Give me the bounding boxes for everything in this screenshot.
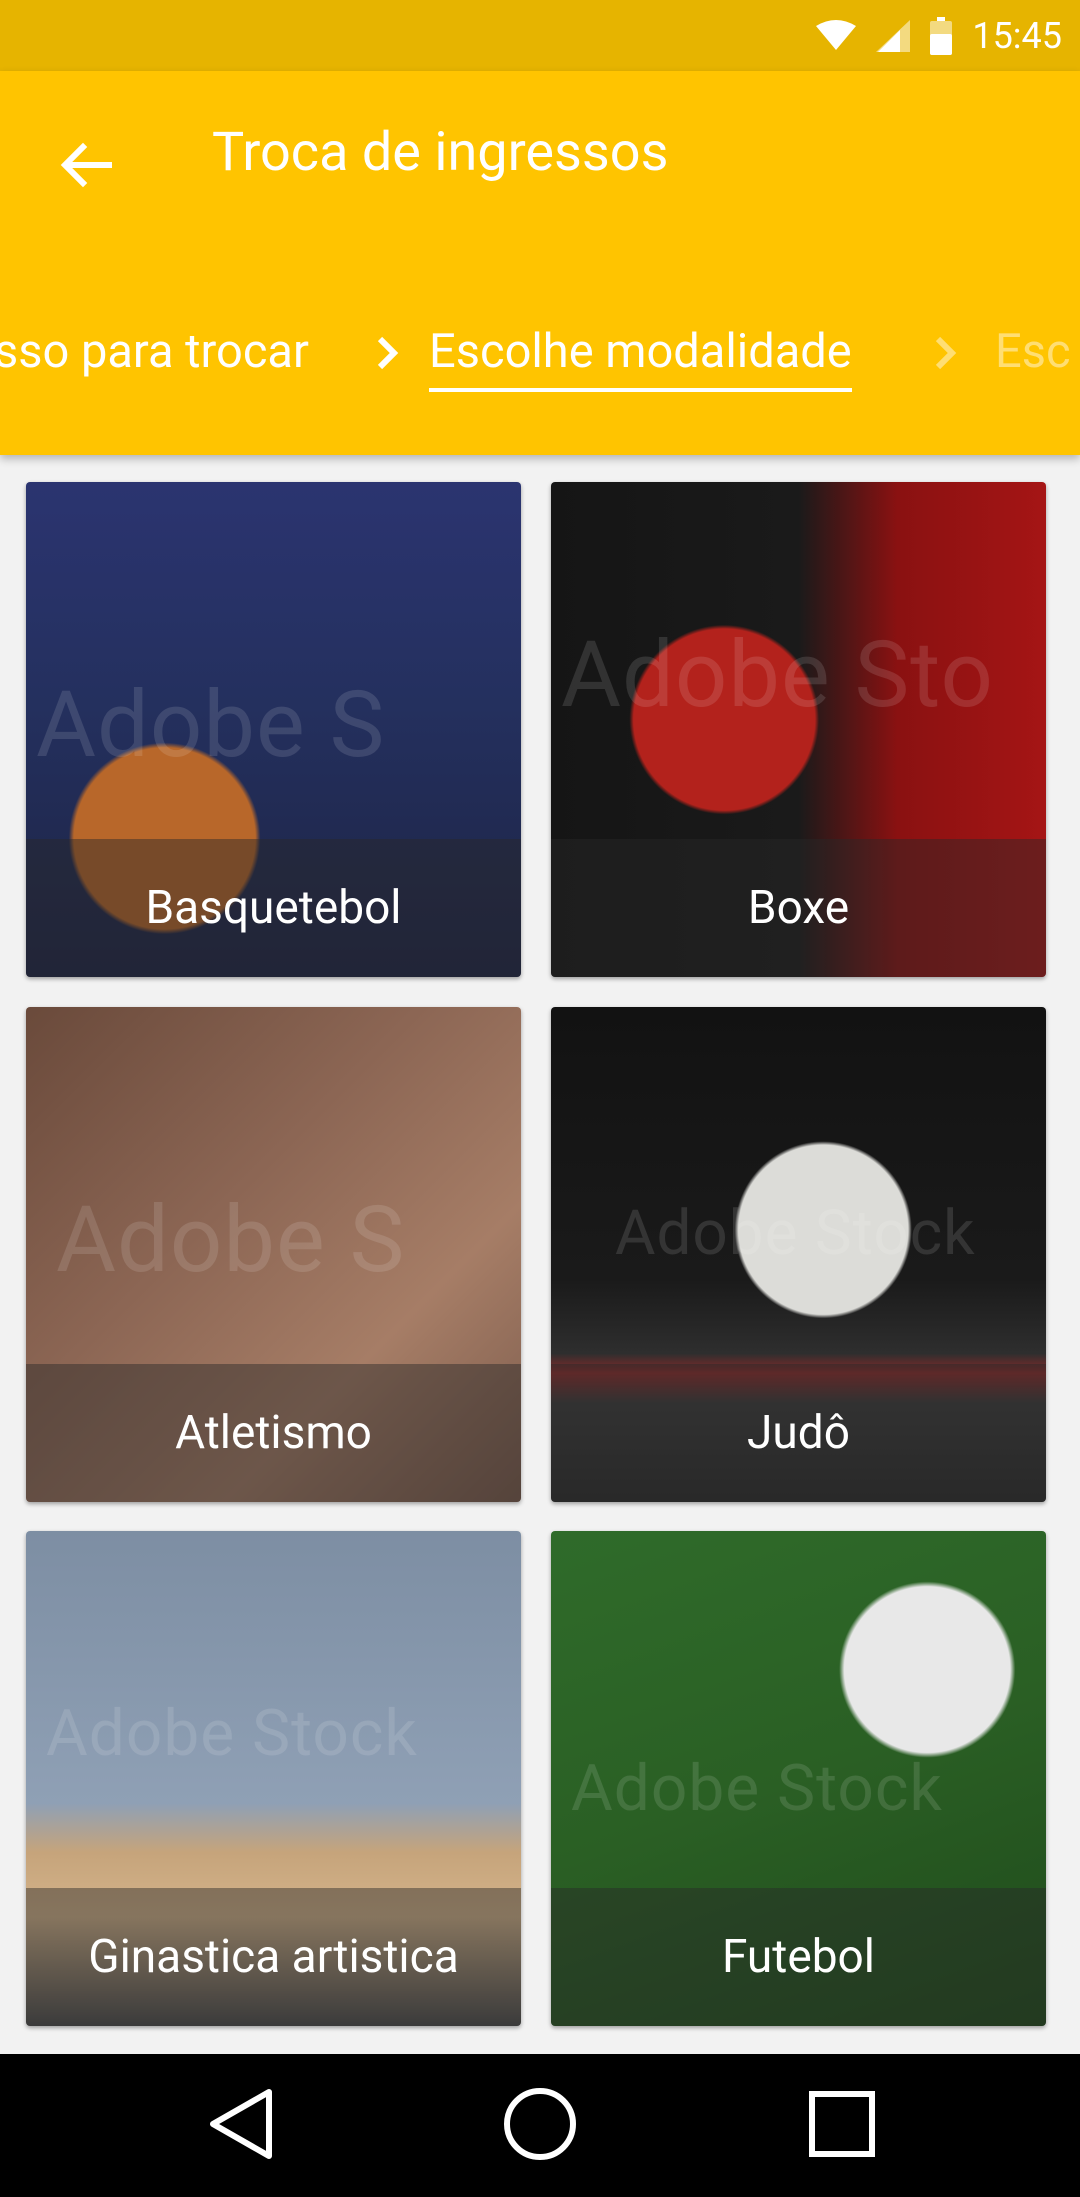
sport-card-basquetebol[interactable]: Adobe S Basquetebol [26,482,521,977]
status-icons: 15:45 [816,0,1062,71]
step-current[interactable]: Escolhe modalidade [429,321,852,393]
sport-label: Boxe [747,881,850,935]
back-triangle-icon [205,2086,275,2166]
recents-square-icon [807,2089,877,2163]
system-nav-bar [0,2054,1080,2197]
watermark: Adobe Stock [615,1197,976,1270]
step-indicator: sso para trocar Escolhe modalidade Esc [0,321,1080,421]
sport-card-judo[interactable]: Adobe Stock Judô [551,1007,1046,1502]
battery-icon [930,16,953,55]
page-title: Troca de ingressos [212,121,669,184]
chevron-right-icon [930,329,960,381]
watermark: Adobe S [56,1187,406,1294]
card-label-band: Ginastica artistica [26,1888,521,2026]
watermark: Adobe Stock [571,1751,943,1826]
sport-card-boxe[interactable]: Adobe Sto Boxe [551,482,1046,977]
watermark: Adobe Stock [46,1696,418,1771]
watermark: Adobe Sto [561,622,994,729]
sport-card-atletismo[interactable]: Adobe S Atletismo [26,1007,521,1502]
card-label-band: Atletismo [26,1364,521,1502]
sport-label: Atletismo [175,1406,372,1460]
clock: 15:45 [972,14,1062,57]
arrow-back-icon [59,141,113,193]
step-next[interactable]: Esc [995,321,1071,382]
wifi-icon [816,19,857,52]
card-label-band: Boxe [551,839,1046,977]
sport-label: Ginastica artistica [88,1930,459,1984]
sport-card-futebol[interactable]: Adobe Stock Futebol [551,1531,1046,2026]
back-button[interactable] [44,125,128,209]
step-previous[interactable]: sso para trocar [0,321,309,382]
sport-label: Futebol [722,1930,875,1984]
cell-signal-icon [876,19,911,52]
nav-recents-button[interactable] [800,2084,884,2168]
step-current-label: Escolhe modalidade [429,324,852,379]
watermark: Adobe S [36,672,386,779]
sport-label: Judô [747,1406,850,1460]
sport-card-ginastica-artistica[interactable]: Adobe Stock Ginastica artistica [26,1531,521,2026]
chevron-right-icon [372,329,402,381]
card-label-band: Futebol [551,1888,1046,2026]
nav-home-button[interactable] [498,2084,582,2168]
nav-back-button[interactable] [198,2084,282,2168]
card-label-band: Basquetebol [26,839,521,977]
sport-label: Basquetebol [145,881,402,935]
status-bar: 15:45 [0,0,1080,71]
step-current-underline [429,388,852,393]
app-bar: Troca de ingressos sso para trocar Escol… [0,71,1080,455]
card-label-band: Judô [551,1364,1046,1502]
home-circle-icon [502,2086,578,2166]
